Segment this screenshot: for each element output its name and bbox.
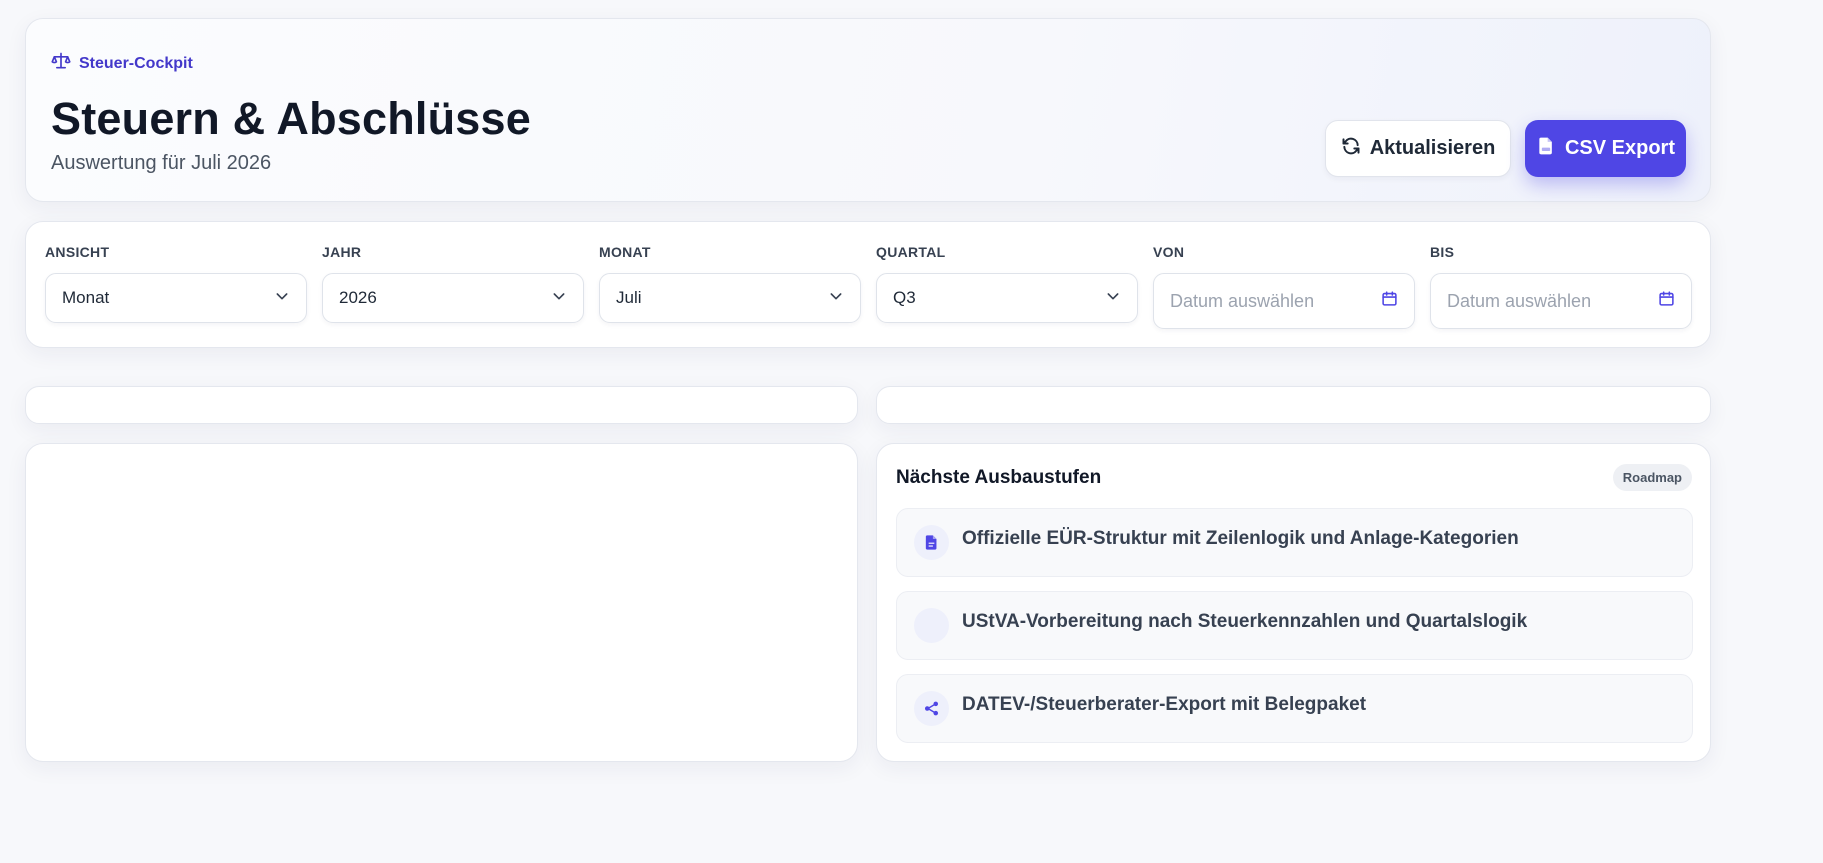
refresh-button-label: Aktualisieren <box>1369 137 1496 159</box>
blank-icon <box>914 608 949 643</box>
header-card: Steuer-Cockpit Steuern & Abschlüsse Ausw… <box>25 18 1711 202</box>
roadmap-item: DATEV-/Steuerberater-Export mit Belegpak… <box>896 674 1693 743</box>
csv-export-button-label: CSV Export <box>1564 137 1676 159</box>
refresh-icon <box>1341 136 1361 162</box>
select-value: Q3 <box>893 288 916 307</box>
chevron-down-icon <box>828 288 844 309</box>
csv-export-button[interactable]: CSV Export <box>1525 120 1686 177</box>
chevron-down-icon <box>551 288 567 309</box>
refresh-button[interactable]: Aktualisieren <box>1325 120 1511 177</box>
file-csv-icon <box>1536 136 1556 162</box>
date-placeholder: Datum auswählen <box>1170 290 1315 311</box>
chevron-down-icon <box>1105 288 1121 309</box>
chevron-down-icon <box>274 288 290 309</box>
filter-label: ANSICHT <box>45 244 110 260</box>
roadmap-item: Offizielle EÜR-Struktur mit Zeilenlogik … <box>896 508 1693 577</box>
summary-strip-right <box>876 386 1711 424</box>
roadmap-item-text: Offizielle EÜR-Struktur mit Zeilenlogik … <box>962 528 1519 549</box>
filter-label: QUARTAL <box>876 244 946 260</box>
view-select[interactable]: Monat <box>45 273 307 323</box>
scale-icon <box>51 51 71 76</box>
roadmap-panel: Nächste Ausbaustufen Roadmap Offizielle … <box>876 443 1711 762</box>
select-value: Monat <box>62 288 110 307</box>
filter-label: BIS <box>1430 244 1455 260</box>
summary-strip-left <box>25 386 858 424</box>
filter-bar: ANSICHT Monat JAHR 2026 MONAT Juli QUART… <box>25 221 1711 348</box>
select-value: 2026 <box>339 288 377 307</box>
date-placeholder: Datum auswählen <box>1447 290 1592 311</box>
from-date-input[interactable]: Datum auswählen <box>1153 273 1415 329</box>
to-date-input[interactable]: Datum auswählen <box>1430 273 1692 329</box>
calendar-icon <box>1658 290 1675 312</box>
month-select[interactable]: Juli <box>599 273 861 323</box>
page-title: Steuern & Abschlüsse <box>51 93 531 144</box>
calendar-icon <box>1381 290 1398 312</box>
filter-label: JAHR <box>322 244 362 260</box>
filter-label: MONAT <box>599 244 651 260</box>
document-icon <box>914 525 949 560</box>
roadmap-item: UStVA-Vorbereitung nach Steuerkennzahlen… <box>896 591 1693 660</box>
filter-label: VON <box>1153 244 1185 260</box>
select-value: Juli <box>616 288 642 307</box>
year-select[interactable]: 2026 <box>322 273 584 323</box>
roadmap-item-text: UStVA-Vorbereitung nach Steuerkennzahlen… <box>962 611 1528 632</box>
eyebrow-label: Steuer-Cockpit <box>79 54 193 72</box>
roadmap-title: Nächste Ausbaustufen <box>896 467 1102 488</box>
roadmap-badge: Roadmap <box>1612 464 1692 491</box>
page-subtitle: Auswertung für Juli 2026 <box>51 152 272 174</box>
quarter-select[interactable]: Q3 <box>876 273 1138 323</box>
eyebrow: Steuer-Cockpit <box>51 51 193 76</box>
roadmap-item-text: DATEV-/Steuerberater-Export mit Belegpak… <box>962 694 1367 715</box>
content-panel <box>25 443 858 762</box>
share-icon <box>914 691 949 726</box>
